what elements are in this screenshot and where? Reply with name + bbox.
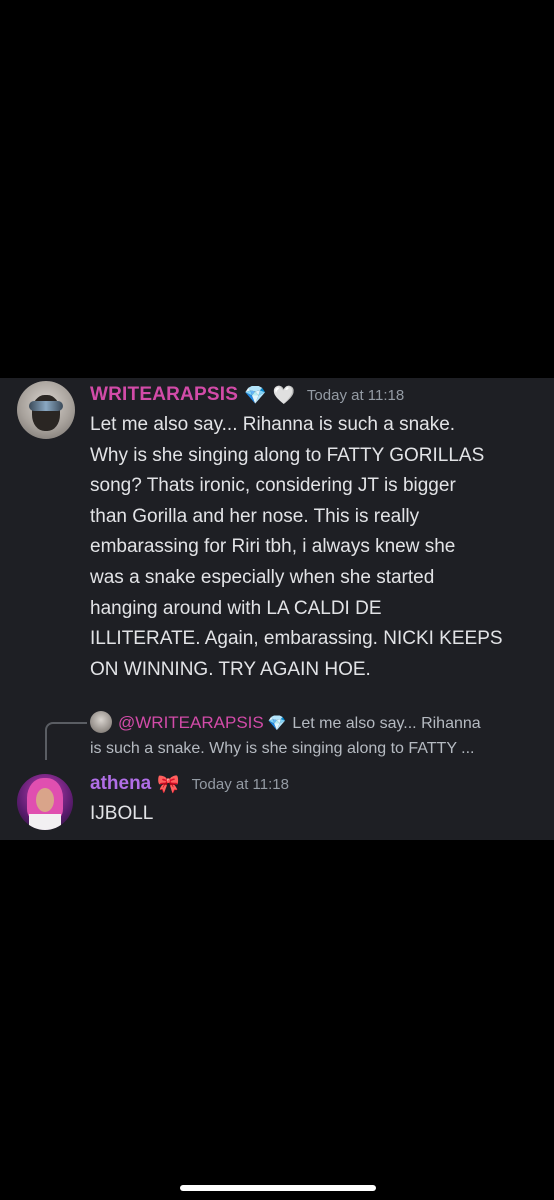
username[interactable]: athena bbox=[90, 773, 151, 795]
reply-preview[interactable]: @WRITEARAPSIS 💎 Let me also say... Rihanna… bbox=[90, 710, 540, 761]
white-heart-badge-icon: 🤍 bbox=[272, 385, 295, 405]
timestamp: Today at 11:18 bbox=[306, 386, 405, 404]
message-header: athena 🎀 Today at 11:18 bbox=[90, 773, 289, 795]
avatar-glasses bbox=[29, 401, 63, 411]
message-line: song? Thats ironic, considering JT is bi… bbox=[90, 475, 456, 497]
reply-preview-text: Let me also say... Rihanna bbox=[292, 715, 481, 732]
avatar-face bbox=[36, 788, 54, 812]
message-line: Why is she singing along to FATTY GORILL… bbox=[90, 444, 485, 466]
message-line: than Gorilla and her nose. This is reall… bbox=[90, 505, 420, 527]
avatar[interactable] bbox=[17, 381, 75, 439]
diamond-badge-icon: 💎 bbox=[244, 385, 267, 405]
message-line: was a snake especially when she started bbox=[90, 566, 435, 588]
message-header: WRITEARAPSIS 💎 🤍 Today at 11:18 bbox=[90, 384, 404, 406]
timestamp: Today at 11:18 bbox=[191, 775, 289, 793]
message-line: embarassing for Riri tbh, i always knew … bbox=[90, 536, 456, 558]
home-indicator[interactable] bbox=[180, 1185, 376, 1191]
bow-badge-icon: 🎀 bbox=[157, 774, 180, 794]
screen: WRITEARAPSIS 💎 🤍 Today at 11:18 Let me a… bbox=[0, 0, 554, 1200]
reply-author[interactable]: @WRITEARAPSIS bbox=[118, 713, 264, 732]
username[interactable]: WRITEARAPSIS bbox=[90, 384, 238, 406]
reply-preview-line: @WRITEARAPSIS 💎 Let me also say... Rihanna bbox=[90, 710, 540, 736]
avatar-outfit bbox=[29, 814, 61, 830]
reply-connector bbox=[45, 722, 87, 760]
reply-avatar bbox=[90, 711, 112, 733]
avatar[interactable] bbox=[17, 774, 73, 830]
message-body: IJBOLL bbox=[90, 803, 154, 824]
message-line: hanging around with LA CALDI DE bbox=[90, 597, 382, 619]
message-line: ILLITERATE. Again, embarassing. NICKI KE… bbox=[90, 628, 503, 650]
message-line: ON WINNING. TRY AGAIN HOE. bbox=[90, 658, 371, 680]
diamond-badge-icon: 💎 bbox=[267, 715, 287, 732]
reply-preview-text: is such a snake. Why is she singing alon… bbox=[90, 740, 475, 757]
message-line: Let me also say... Rihanna is such a sna… bbox=[90, 414, 456, 435]
message-body: Let me also say... Rihanna is such a sna… bbox=[90, 410, 540, 685]
